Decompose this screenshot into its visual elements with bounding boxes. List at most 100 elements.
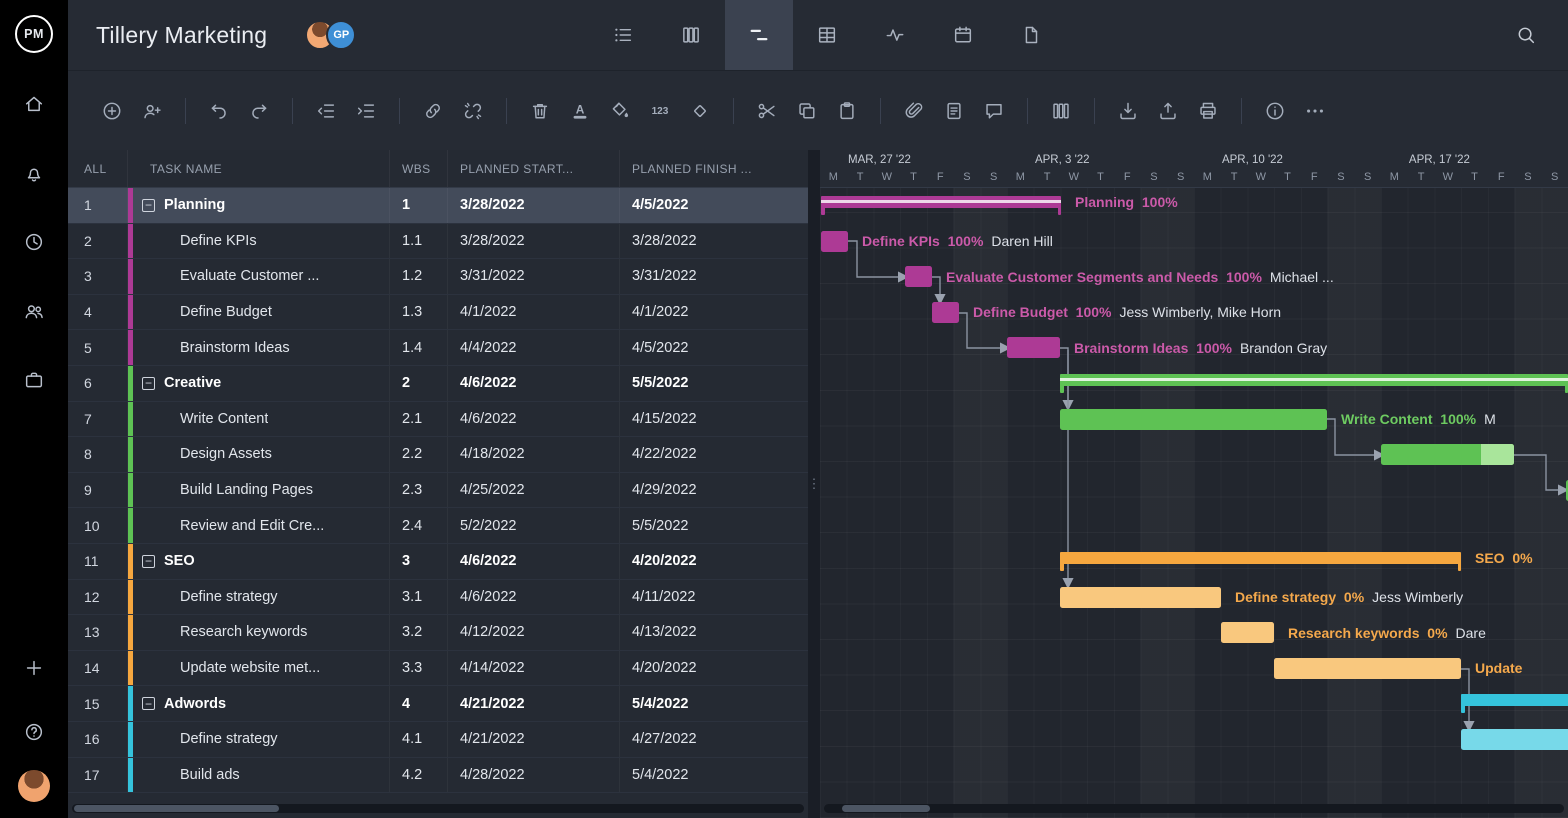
gantt-bar-write-content[interactable] [1060,409,1327,430]
bar-assignees: Jess Wimberly [1372,589,1463,605]
member-avatar-gp[interactable]: GP [326,20,356,50]
column-header-planned-finish[interactable]: PLANNED FINISH ... [620,150,808,187]
add-button[interactable] [0,636,68,700]
collapse-toggle-icon[interactable]: − [142,199,155,212]
planned-start-cell: 4/6/2022 [448,402,620,437]
collapse-toggle-icon[interactable]: − [142,697,155,710]
redo-button[interactable] [239,91,279,131]
add-task-button[interactable] [92,91,132,131]
gantt-bar-creative-r6[interactable] [1060,374,1568,386]
text-color-button[interactable] [560,91,600,131]
calendar-view-tab[interactable] [929,0,997,70]
notes-button[interactable] [934,91,974,131]
gantt-bar-creative-r8[interactable] [1381,444,1514,465]
column-header-wbs[interactable]: WBS [390,150,448,187]
gantt-bar-adwords-r16[interactable] [1461,729,1568,750]
unlink-tasks-button[interactable] [453,91,493,131]
list-view-tab[interactable] [589,0,657,70]
task-row-3[interactable]: 3Evaluate Customer ...1.23/31/20223/31/2… [68,259,808,295]
table-scrollbar-thumb[interactable] [74,805,279,812]
collapse-toggle-icon[interactable]: − [142,555,155,568]
notifications-button[interactable] [0,138,68,207]
task-row-8[interactable]: 8Design Assets2.24/18/20224/22/2022 [68,437,808,473]
document-view-tab[interactable] [997,0,1065,70]
task-row-5[interactable]: 5Brainstorm Ideas1.44/4/20224/5/2022 [68,330,808,366]
planned-finish-cell: 4/20/2022 [620,651,808,686]
table-horizontal-scrollbar[interactable] [72,804,804,813]
toolbar-separator [399,98,400,124]
gantt-bar-define-strategy[interactable] [1060,587,1221,608]
import-button[interactable] [1108,91,1148,131]
row-number: 17 [68,758,128,793]
link-tasks-button[interactable] [413,91,453,131]
export-button[interactable] [1148,91,1188,131]
help-button[interactable] [0,700,68,764]
task-row-4[interactable]: 4Define Budget1.34/1/20224/1/2022 [68,295,808,331]
task-name: Define Budget [180,304,272,320]
task-row-17[interactable]: 17Build ads4.24/28/20225/4/2022 [68,758,808,794]
attachment-button[interactable] [894,91,934,131]
day-letter: T [1408,171,1435,183]
clock-button[interactable] [0,207,68,276]
member-avatars[interactable]: GP [305,20,356,50]
gantt-bar-brainstorm-ideas[interactable] [1007,337,1060,358]
task-row-15[interactable]: 15−Adwords44/21/20225/4/2022 [68,686,808,722]
gantt-bar-define-kpis[interactable] [821,231,848,252]
assign-user-button[interactable] [132,91,172,131]
undo-button[interactable] [199,91,239,131]
task-row-13[interactable]: 13Research keywords3.24/12/20224/13/2022 [68,615,808,651]
cut-button[interactable] [747,91,787,131]
task-row-1[interactable]: 1−Planning13/28/20224/5/2022 [68,188,808,224]
print-button[interactable] [1188,91,1228,131]
progress-tail [1481,444,1514,465]
task-row-10[interactable]: 10Review and Edit Cre...2.45/2/20225/5/2… [68,508,808,544]
columns-button[interactable] [1041,91,1081,131]
home-button[interactable] [0,69,68,138]
column-header-all[interactable]: ALL [68,150,128,187]
more-options-button[interactable] [1295,91,1335,131]
fill-color-button[interactable] [600,91,640,131]
number-format-button[interactable] [640,91,680,131]
sheet-view-tab[interactable] [793,0,861,70]
pane-splitter[interactable]: ⋮ [808,150,820,818]
gantt-bar-seo[interactable] [1060,552,1461,564]
gantt-bar-planning[interactable] [821,196,1061,208]
delete-button[interactable] [520,91,560,131]
bar-task-text: SEO 0% [1475,550,1533,566]
team-button[interactable] [0,276,68,345]
paste-button[interactable] [827,91,867,131]
gantt-bar-define-budget[interactable] [932,302,959,323]
task-row-14[interactable]: 14Update website met...3.34/14/20224/20/… [68,651,808,687]
gantt-scrollbar-thumb[interactable] [842,805,930,812]
gantt-bar-evaluate-customer-segments-and-needs[interactable] [905,266,932,287]
task-row-6[interactable]: 6−Creative24/6/20225/5/2022 [68,366,808,402]
task-row-2[interactable]: 2Define KPIs1.13/28/20223/28/2022 [68,224,808,260]
comment-icon [983,100,1005,122]
app-logo[interactable]: PM [15,15,53,53]
task-row-7[interactable]: 7Write Content2.14/6/20224/15/2022 [68,402,808,438]
profile-avatar[interactable] [18,770,50,802]
milestone-button[interactable] [680,91,720,131]
briefcase-button[interactable] [0,345,68,414]
task-row-16[interactable]: 16Define strategy4.14/21/20224/27/2022 [68,722,808,758]
collapse-toggle-icon[interactable]: − [142,377,155,390]
comment-button[interactable] [974,91,1014,131]
task-name-cell: Update website met... [128,651,390,686]
copy-button[interactable] [787,91,827,131]
activity-view-tab[interactable] [861,0,929,70]
task-row-12[interactable]: 12Define strategy3.14/6/20224/11/2022 [68,580,808,616]
board-view-tab[interactable] [657,0,725,70]
info-button[interactable] [1255,91,1295,131]
gantt-bar-adwords-r15[interactable] [1461,694,1568,706]
gantt-bar-update[interactable] [1274,658,1461,679]
column-header-planned-start[interactable]: PLANNED START... [448,150,620,187]
indent-button[interactable] [346,91,386,131]
gantt-bar-research-keywords[interactable] [1221,622,1274,643]
gantt-view-tab[interactable] [725,0,793,70]
outdent-button[interactable] [306,91,346,131]
gantt-horizontal-scrollbar[interactable] [824,804,1564,813]
search-button[interactable] [1506,0,1546,70]
task-row-9[interactable]: 9Build Landing Pages2.34/25/20224/29/202… [68,473,808,509]
column-header-task-name[interactable]: TASK NAME [128,150,390,187]
task-row-11[interactable]: 11−SEO34/6/20224/20/2022 [68,544,808,580]
